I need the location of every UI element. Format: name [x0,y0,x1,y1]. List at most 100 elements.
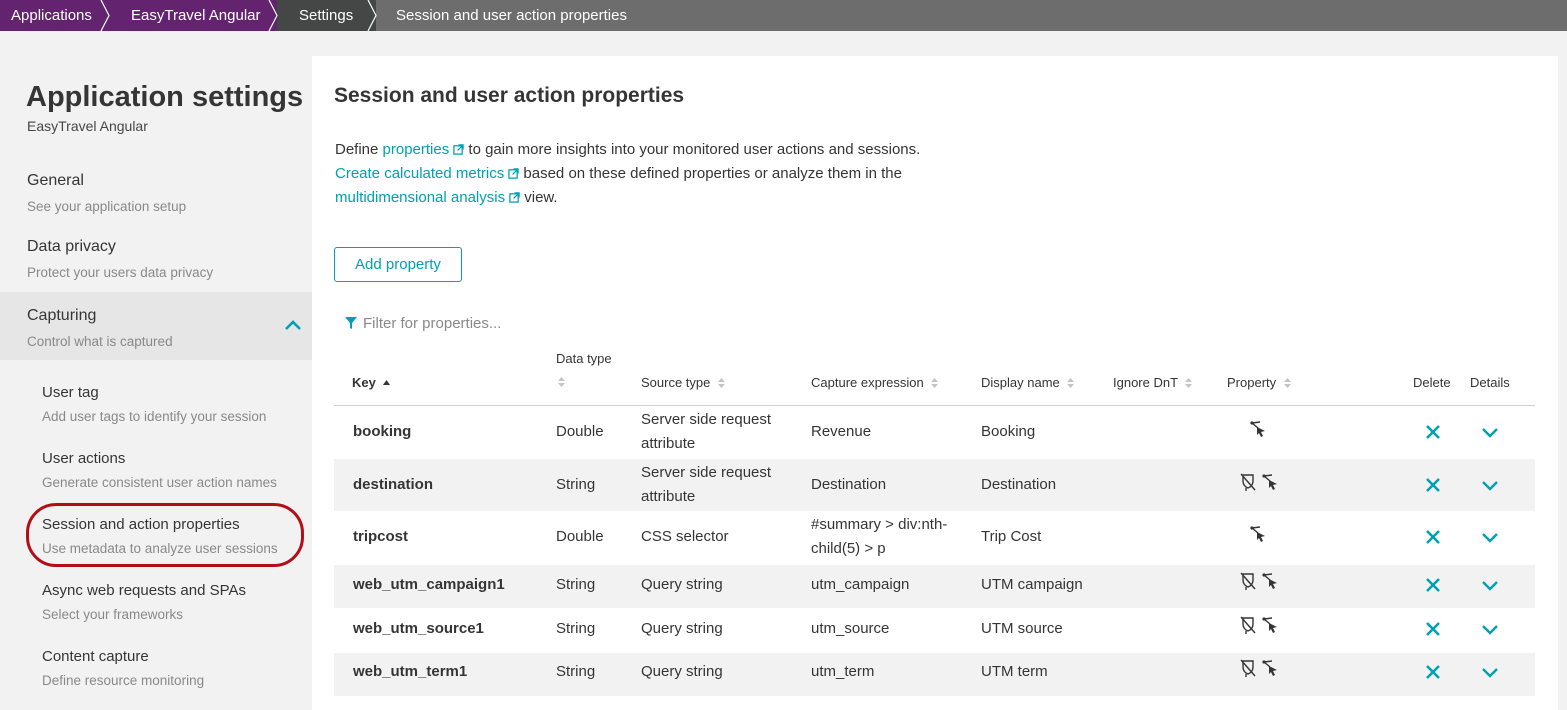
sort-icon [1185,378,1193,388]
cell-data-type: Double [556,528,604,545]
cell-source-type-line: Server side request [641,464,772,481]
delete-icon[interactable] [1424,620,1442,638]
delete-icon[interactable] [1424,663,1442,681]
sort-ascending-icon [383,380,391,385]
filter-input[interactable] [363,314,723,332]
chevron-down-icon[interactable] [1481,528,1499,546]
session-property-icon [1240,659,1256,677]
breadcrumb-label: Session and user action properties [396,7,627,24]
column-header-capture-expression[interactable]: Capture expression [811,375,939,390]
cell-source-type: Query string [641,576,723,593]
table-row: booking Double Server side request attrib… [334,406,1535,458]
column-header-source-type[interactable]: Source type [641,375,725,390]
sort-icon [718,378,725,388]
column-header-delete: Delete [1413,375,1451,390]
column-header-display-name[interactable]: Display name [981,375,1075,390]
column-header-label: Key [352,375,376,390]
chevron-down-icon[interactable] [1481,620,1499,638]
intro-text-part: to gain more insights into your monitore… [464,141,921,158]
sidebar-item-desc: Use metadata to analyze user sessions [42,541,278,556]
sidebar-item-label: Async web requests and SPAs [42,582,246,599]
filter-icon [345,317,357,329]
cell-display-name: UTM campaign [981,576,1083,593]
properties-link[interactable]: properties [383,141,450,158]
sidebar-item-data-privacy[interactable]: Data privacy Protect your users data pri… [0,235,312,291]
cell-key: booking [353,423,412,440]
cell-data-type: Double [556,423,604,440]
cell-data-type: String [556,476,596,493]
cell-display-name: UTM source [981,620,1063,637]
sidebar-item-user-tag[interactable]: User tag Add user tags to identify your … [0,381,312,437]
sidebar-item-label: General [27,172,84,189]
sidebar-item-content-capture[interactable]: Content capture Define resource monitori… [0,645,312,701]
sidebar-item-desc: See your application setup [27,199,187,214]
column-header-label: Source type [641,375,711,390]
external-link-icon[interactable] [508,168,519,179]
cell-capture-expression: Revenue [811,423,872,440]
sidebar-item-general[interactable]: General See your application setup [0,169,312,225]
action-property-icon [1250,421,1265,437]
column-header-data-type[interactable]: Data type [556,351,612,389]
session-property-icon [1240,572,1256,590]
breadcrumb-separator-icon [364,0,377,31]
session-property-icon [1240,616,1256,634]
sidebar: Application settings EasyTravel Angular … [0,31,312,710]
sidebar-item-capturing[interactable]: Capturing Control what is captured [0,292,312,360]
filter-bar [344,312,744,334]
column-header-ignore-dnt[interactable]: Ignore DnT [1113,375,1193,390]
external-link-icon[interactable] [509,192,520,203]
table-row: web_utm_term1 String Query string utm_te… [334,653,1535,696]
chevron-down-icon[interactable] [1481,663,1499,681]
action-property-icon [1250,526,1265,542]
sidebar-item-label: User actions [42,450,126,467]
sidebar-item-label: User tag [42,384,99,401]
column-header-label: Ignore DnT [1113,375,1178,390]
cell-capture-expression: #summary > div:nth-child(5) > p [811,513,947,561]
cell-display-name: UTM term [981,663,1048,680]
cell-key: web_utm_term1 [353,663,468,680]
sidebar-item-label: Session and action properties [42,516,240,533]
breadcrumb-separator-icon [97,0,110,31]
sidebar-item-desc: Control what is captured [27,334,173,349]
external-link-icon[interactable] [453,144,464,155]
cell-capture-expression: utm_campaign [811,576,910,593]
intro-text-part: based on these defined properties or ana… [519,165,902,182]
table-row: web_utm_source1 String Query string utm_… [334,609,1535,652]
intro-text-part: Define [335,141,383,158]
table-header: Key Data type Source type Capture expres… [334,346,1535,406]
sidebar-item-desc: Generate consistent user action names [42,475,277,490]
delete-icon[interactable] [1424,528,1442,546]
delete-icon[interactable] [1424,576,1442,594]
column-header-property[interactable]: Property [1227,375,1291,390]
sidebar-item-label: Capturing [27,307,97,324]
sidebar-item-user-actions[interactable]: User actions Generate consistent user ac… [0,447,312,503]
chevron-down-icon[interactable] [1481,423,1499,441]
column-header-details: Details [1470,375,1510,390]
cell-source-type-line: attribute [641,488,696,505]
chevron-down-icon[interactable] [1481,576,1499,594]
chevron-up-icon[interactable] [284,319,302,331]
breadcrumb-easytravel[interactable]: EasyTravel Angular [109,0,278,31]
column-header-label: Data type [556,351,612,366]
column-header-label: Display name [981,375,1060,390]
add-property-button[interactable]: Add property [334,247,462,282]
chevron-down-icon[interactable] [1481,476,1499,494]
breadcrumb-applications[interactable]: Applications [0,0,110,31]
multidimensional-analysis-link[interactable]: multidimensional analysis [335,189,505,206]
breadcrumb-label: Applications [11,7,92,24]
cell-key: destination [353,476,434,493]
delete-icon[interactable] [1424,476,1442,494]
breadcrumb-settings[interactable]: Settings [277,0,377,31]
column-header-key[interactable]: Key [352,375,391,390]
table-row: destination String Server side request at… [334,459,1535,511]
sidebar-item-async-web-requests[interactable]: Async web requests and SPAs Select your … [0,579,312,635]
create-calculated-metrics-link[interactable]: Create calculated metrics [335,165,504,182]
column-header-label: Property [1227,375,1277,390]
intro-text: Define properties to gain more insights … [335,138,975,210]
cell-capture-expression: Destination [811,476,887,493]
sort-icon [1283,378,1291,388]
delete-icon[interactable] [1424,423,1442,441]
cell-capture-expression-line: #summary > div:nth- [811,516,948,533]
column-header-label: Capture expression [811,375,924,390]
sidebar-item-session-action-properties[interactable]: Session and action properties Use metada… [0,513,312,569]
